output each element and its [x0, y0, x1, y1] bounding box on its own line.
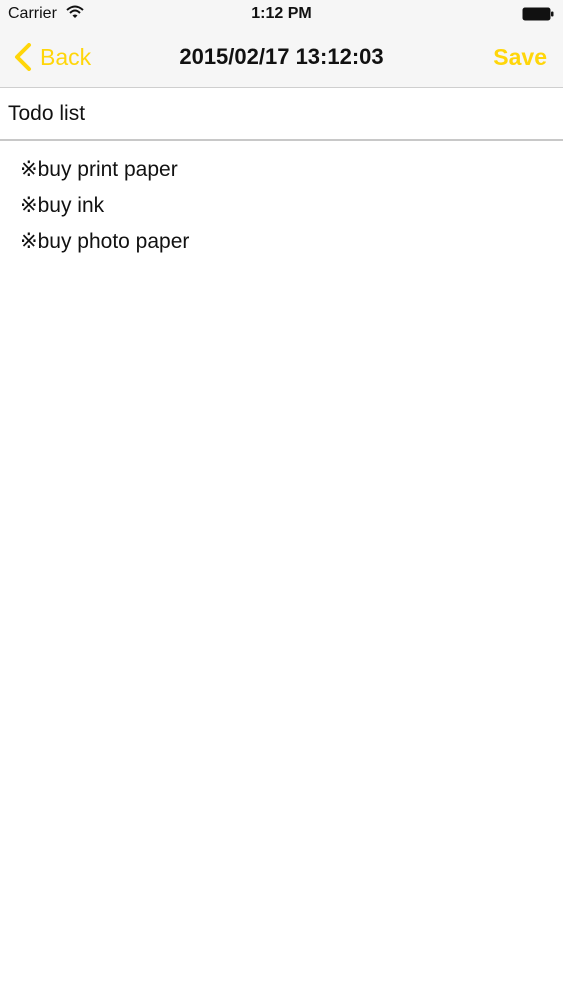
note-title-text: Todo list: [8, 102, 86, 125]
back-button[interactable]: Back: [14, 42, 91, 72]
status-time: 1:12 PM: [251, 5, 312, 22]
save-button[interactable]: Save: [493, 44, 547, 71]
chevron-left-icon: [15, 43, 31, 71]
note-title-field[interactable]: Todo list: [0, 88, 563, 141]
note-body-textarea[interactable]: ※buy print paper ※buy ink ※buy photo pap…: [20, 152, 550, 972]
navigation-bar: Back 2015/02/17 13:12:03 Save: [0, 30, 563, 88]
note-line: ※buy ink: [20, 194, 105, 217]
note-line: ※buy print paper: [20, 158, 178, 181]
note-line: ※buy photo paper: [20, 230, 190, 253]
status-bar: Carrier 1:12 PM: [0, 0, 563, 30]
battery-icon: [522, 7, 554, 21]
back-button-label: Back: [40, 43, 92, 70]
